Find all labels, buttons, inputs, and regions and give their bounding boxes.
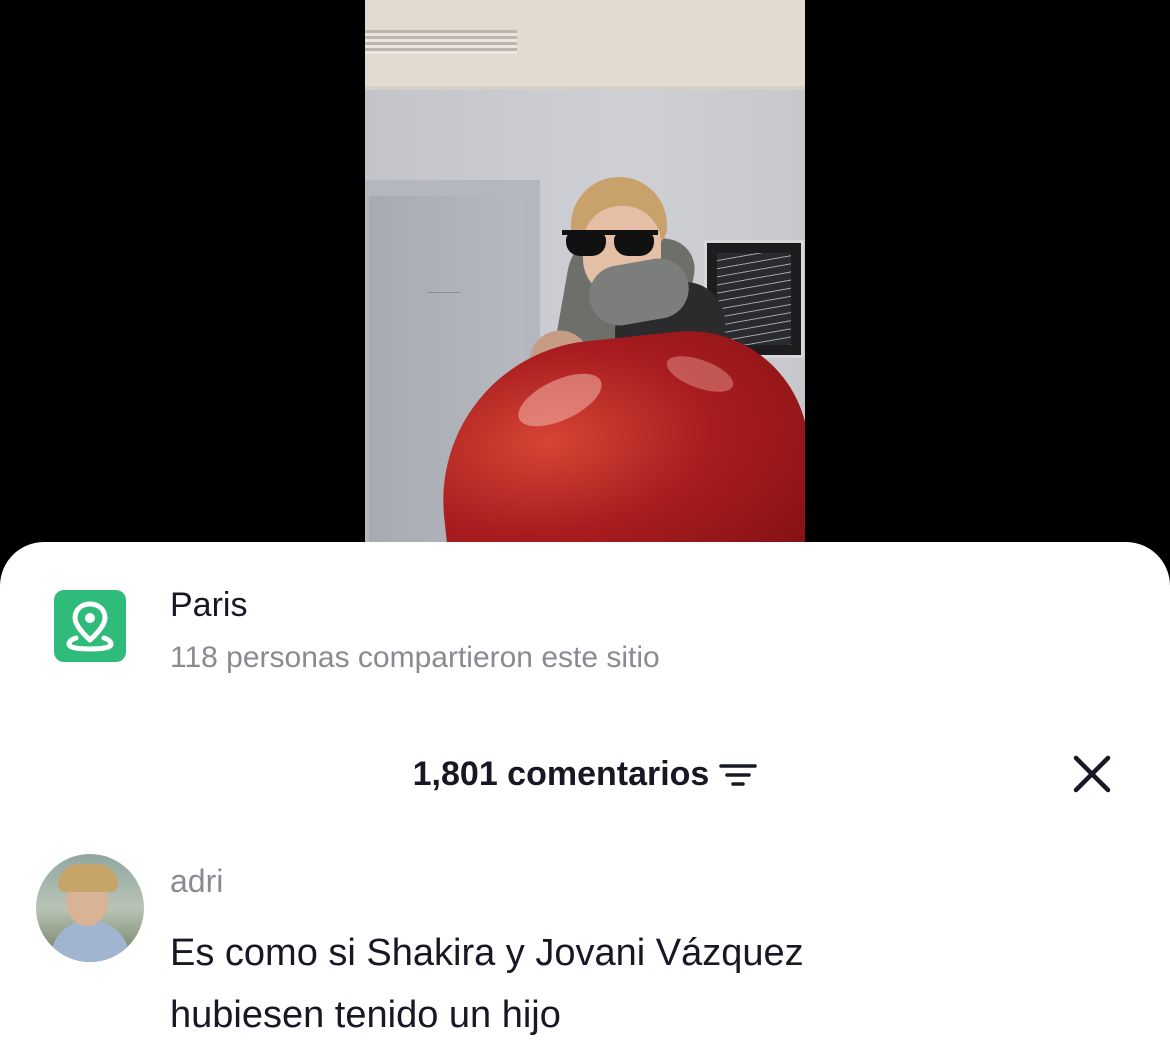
close-icon[interactable] bbox=[1068, 750, 1116, 798]
video-sunglasses bbox=[562, 228, 658, 258]
comment-username[interactable]: adri bbox=[170, 862, 223, 900]
filter-lines-icon[interactable] bbox=[719, 759, 758, 789]
location-pin-icon[interactable] bbox=[54, 590, 126, 662]
comment-text-line: hubiesen tenido un hijo bbox=[170, 994, 561, 1036]
comments-header: 1,801 comentarios bbox=[0, 752, 1170, 794]
comments-count: 1,801 comentarios bbox=[412, 755, 710, 794]
video-player[interactable] bbox=[365, 0, 805, 560]
comment-text-line: Es como si Shakira y Jovani Vázquez bbox=[170, 932, 804, 974]
location-info[interactable]: Paris 118 personas compartieron este sit… bbox=[170, 586, 660, 676]
comments-sheet: Paris 118 personas compartieron este sit… bbox=[0, 542, 1170, 1050]
comment-text: Es como si Shakira y Jovani Vázquez hubi… bbox=[170, 922, 1070, 1046]
avatar[interactable] bbox=[36, 854, 144, 962]
video-vent bbox=[365, 30, 517, 54]
location-subtitle: 118 personas compartieron este sitio bbox=[170, 641, 660, 674]
location-name: Paris bbox=[170, 586, 248, 624]
